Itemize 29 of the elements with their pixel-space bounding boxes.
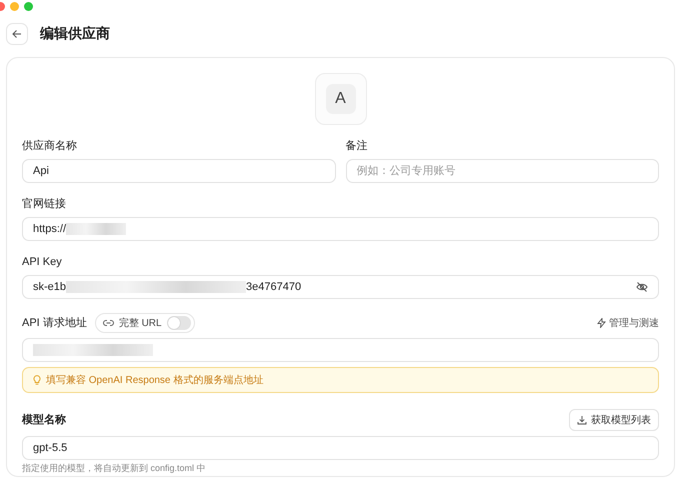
back-arrow-icon xyxy=(12,29,22,39)
provider-avatar: A xyxy=(326,84,356,114)
page-title: 编辑供应商 xyxy=(40,25,110,43)
lightbulb-icon xyxy=(33,374,41,386)
manage-speed-test-link[interactable]: 管理与测速 xyxy=(597,316,659,330)
avatar-frame[interactable]: A xyxy=(314,73,366,125)
minimize-window-button[interactable] xyxy=(10,2,19,11)
field-label: 官网链接 xyxy=(22,198,67,211)
back-button[interactable] xyxy=(6,23,28,45)
helper-text: 指定使用的模型，将自动更新到 config.toml 中 xyxy=(22,463,207,474)
zoom-window-button[interactable] xyxy=(24,2,33,11)
link-icon xyxy=(102,319,114,327)
download-icon xyxy=(577,415,587,425)
note-input[interactable]: 例如：公司专用账号 xyxy=(346,159,659,183)
api-key-input[interactable]: sk-e1b 3e4767470 xyxy=(22,275,659,299)
eye-off-icon[interactable] xyxy=(636,281,648,293)
field-label: 供应商名称 xyxy=(22,140,78,153)
field-label: 备注 xyxy=(346,140,368,153)
fetch-models-button[interactable]: 获取模型列表 xyxy=(569,409,659,431)
field-label: API Key xyxy=(22,256,63,269)
hint-text: 填写兼容 OpenAI Response 格式的服务端点地址 xyxy=(46,374,264,387)
model-name-input[interactable]: gpt-5.5 xyxy=(22,436,659,460)
full-url-toggle[interactable]: 完整 URL xyxy=(94,313,195,333)
field-label: API 请求地址 xyxy=(22,316,87,330)
lightning-icon xyxy=(597,318,606,328)
website-input[interactable]: https:// xyxy=(22,217,659,241)
endpoint-input[interactable] xyxy=(22,338,659,362)
provider-name-input[interactable]: Api xyxy=(22,159,336,183)
field-label: 模型名称 xyxy=(22,414,66,426)
